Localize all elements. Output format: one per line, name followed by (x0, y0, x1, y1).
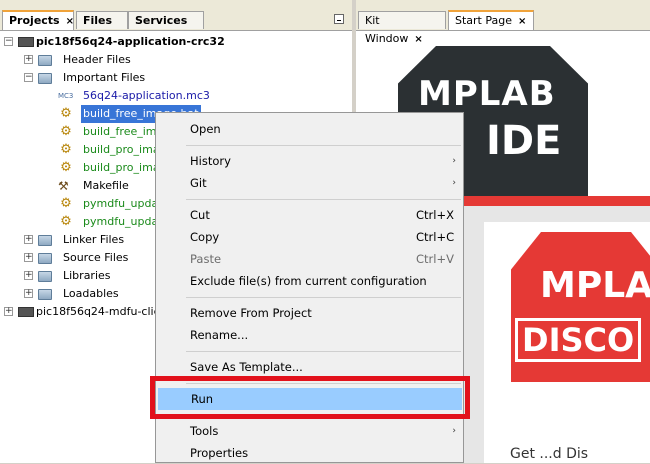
menu-paste-label: Paste (190, 252, 222, 266)
tab-services-label: Services (135, 14, 188, 27)
expand-icon[interactable]: + (24, 253, 33, 262)
chip-project-icon (18, 307, 34, 317)
tab-files[interactable]: Files (76, 11, 128, 29)
menu-separator (186, 199, 461, 200)
gear-file-icon: ⚙ (60, 106, 72, 121)
menu-cut-label: Cut (190, 208, 210, 222)
menu-tools-label: Tools (190, 424, 219, 438)
menu-copy-label: Copy (190, 230, 220, 244)
logo-ide-text: IDE (486, 118, 562, 164)
gear-file-icon: ⚙ (60, 142, 72, 157)
submenu-arrow-icon: › (452, 426, 456, 436)
expand-icon[interactable]: + (24, 55, 33, 64)
menu-remove-label: Remove From Project (190, 306, 312, 320)
tab-kit-window-label: Kit Window (365, 14, 409, 45)
file3-label: build_pro_imag (83, 143, 167, 156)
menu-item-cut[interactable]: Cut Ctrl+X (157, 204, 462, 226)
menu-save-template-label: Save As Template... (190, 360, 303, 374)
menu-item-paste: Paste Ctrl+V (157, 248, 462, 270)
menu-exclude-label: Exclude file(s) from current configurati… (190, 274, 427, 288)
expand-icon[interactable]: + (24, 289, 33, 298)
tab-projects[interactable]: Projects × (2, 10, 74, 30)
libraries-label: Libraries (63, 269, 111, 282)
gear-file-icon: ⚙ (60, 160, 72, 175)
file4-label: build_pro_imag (83, 161, 167, 174)
project2-label: pic18f56q24-mdfu-clien (36, 305, 168, 318)
tab-projects-label: Projects (9, 14, 60, 27)
folder-icon (38, 271, 52, 282)
tab-files-label: Files (83, 14, 113, 27)
logo2-mplab-text: MPLA (540, 265, 650, 306)
cut-shortcut: Ctrl+X (416, 208, 454, 222)
folder-icon (38, 235, 52, 246)
linker-files-label: Linker Files (63, 233, 125, 246)
submenu-arrow-icon: › (452, 178, 456, 188)
folder-icon (38, 73, 52, 84)
mc3-label: 56q24-application.mc3 (83, 89, 210, 102)
menu-item-git[interactable]: Git › (157, 172, 462, 194)
tab-start-page-label: Start Page (455, 14, 512, 27)
paste-shortcut: Ctrl+V (416, 252, 454, 266)
menu-separator (186, 297, 461, 298)
gear-file-icon: ⚙ (60, 214, 72, 229)
mc3-file-icon: MC3 (58, 92, 74, 100)
menu-item-open[interactable]: Open (157, 118, 462, 140)
important-files-label: Important Files (63, 71, 146, 84)
expand-icon[interactable]: + (4, 307, 13, 316)
menu-item-copy[interactable]: Copy Ctrl+C (157, 226, 462, 248)
hammer-icon: ⚒ (58, 179, 69, 193)
editor-tabbar: Kit Window × Start Page × (356, 0, 650, 45)
makefile-label: Makefile (83, 179, 129, 192)
submenu-arrow-icon: › (452, 156, 456, 166)
expand-icon[interactable]: + (24, 271, 33, 280)
menu-open-label: Open (190, 122, 221, 136)
chip-project-icon (18, 37, 34, 47)
folder-icon (38, 55, 52, 66)
folder-icon (38, 253, 52, 264)
menu-properties-label: Properties (190, 446, 249, 460)
copy-shortcut: Ctrl+C (416, 230, 455, 244)
tab-start-page[interactable]: Start Page × (448, 10, 534, 30)
tab-kit-window[interactable]: Kit Window × (358, 11, 446, 45)
folder-icon (38, 289, 52, 300)
menu-git-label: Git (190, 176, 207, 190)
gear-file-icon: ⚙ (60, 124, 72, 139)
menu-rename-label: Rename... (190, 328, 249, 342)
expand-icon[interactable]: + (24, 235, 33, 244)
menu-item-tools[interactable]: Tools › (157, 420, 462, 442)
minimize-icon[interactable] (334, 14, 344, 24)
menu-item-remove[interactable]: Remove From Project (157, 302, 462, 324)
menu-item-save-template[interactable]: Save As Template... (157, 356, 462, 378)
gear-file-icon: ⚙ (60, 196, 72, 211)
logo2-discover-text: DISCO (515, 318, 642, 362)
close-icon[interactable]: × (518, 16, 526, 27)
tab-services[interactable]: Services (128, 11, 204, 29)
menu-item-rename[interactable]: Rename... (157, 324, 462, 346)
collapse-icon[interactable]: − (4, 37, 13, 46)
menu-item-exclude[interactable]: Exclude file(s) from current configurati… (157, 270, 462, 292)
annotation-highlight-box (150, 376, 470, 419)
close-icon[interactable]: × (414, 34, 422, 45)
menu-item-history[interactable]: History › (157, 150, 462, 172)
projects-tabbar: Projects × Files Services (0, 0, 352, 31)
menu-item-properties[interactable]: Properties (157, 442, 462, 464)
source-files-label: Source Files (63, 251, 129, 264)
menu-history-label: History (190, 154, 231, 168)
header-files-label: Header Files (63, 53, 131, 66)
collapse-icon[interactable]: − (24, 73, 33, 82)
project1-label: pic18f56q24-application-crc32 (36, 35, 225, 48)
loadables-label: Loadables (63, 287, 119, 300)
logo-mplab-text: MPLAB (418, 74, 556, 114)
close-icon[interactable]: × (66, 16, 74, 27)
menu-separator (186, 351, 461, 352)
menu-separator (186, 145, 461, 146)
discover-caption: Get ...d Dis (510, 446, 589, 462)
